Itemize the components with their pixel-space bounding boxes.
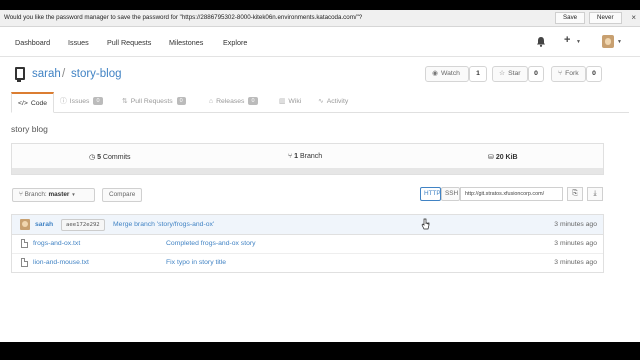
download-icon[interactable]: ⤓ xyxy=(587,187,603,201)
star-icon: ☆ xyxy=(499,70,506,77)
avatar[interactable] xyxy=(602,35,614,48)
nav-explore[interactable]: Explore xyxy=(223,38,247,47)
repo-stats: ◷ 5 Commits ⑂ 1 Branch ⛁ 20 KiB xyxy=(11,143,604,175)
book-icon: ▥ xyxy=(279,98,286,105)
pull-requests-count-badge: 0 xyxy=(176,97,186,105)
commit-author-link[interactable]: sarah xyxy=(35,221,53,228)
tab-issues[interactable]: ⓘ Issues 0 xyxy=(60,92,103,113)
table-row: frogs-and-ox.txt Completed frogs-and-ox … xyxy=(12,235,603,254)
commit-sha-link[interactable]: aee172e292 xyxy=(61,219,105,231)
never-save-button[interactable]: Never xyxy=(589,12,622,24)
branch-icon: ⑂ xyxy=(288,153,293,160)
commit-message-link[interactable]: Merge branch 'story/frogs-and-ox' xyxy=(113,221,214,228)
file-commit-time: 3 minutes ago xyxy=(554,259,597,266)
pulse-icon: ∿ xyxy=(318,98,324,105)
table-row: lion-and-mouse.txt Fix typo in story tit… xyxy=(12,254,603,273)
branch-icon: ⑂ xyxy=(19,191,23,198)
file-name-link[interactable]: lion-and-mouse.txt xyxy=(33,259,89,266)
repo-tabs: </> Code ⓘ Issues 0 ⇅ Pull Requests 0 ⌂ Releas… xyxy=(11,92,629,113)
database-icon: ⛁ xyxy=(488,154,494,161)
file-icon xyxy=(21,258,28,267)
mouse-cursor xyxy=(421,218,430,230)
avatar xyxy=(20,219,30,230)
history-icon: ◷ xyxy=(89,154,96,161)
chevron-down-icon[interactable]: ▼ xyxy=(617,39,622,45)
copy-icon[interactable]: ⎘ xyxy=(567,187,583,201)
browser-page: Would you like the password manager to s… xyxy=(0,10,640,342)
file-table: sarah aee172e292 Merge branch 'story/fro… xyxy=(11,214,604,273)
size-stat: ⛁ 20 KiB xyxy=(488,154,518,161)
password-save-message: Would you like the password manager to s… xyxy=(4,14,363,21)
star-count[interactable]: 0 xyxy=(528,66,544,82)
pull-request-icon: ⇅ xyxy=(122,98,128,105)
code-icon: </> xyxy=(18,100,28,107)
compare-button[interactable]: Compare xyxy=(102,188,143,202)
nav-milestones[interactable]: Milestones xyxy=(169,38,203,47)
http-toggle[interactable]: HTTP xyxy=(420,187,441,201)
issue-icon: ⓘ xyxy=(60,98,67,105)
commits-stat[interactable]: ◷ 5 Commits xyxy=(89,153,131,161)
repo-description: story blog xyxy=(11,124,48,134)
fork-count[interactable]: 0 xyxy=(586,66,602,82)
releases-count-badge: 0 xyxy=(248,97,258,105)
watch-button[interactable]: ◉ Watch xyxy=(425,66,469,82)
tab-releases[interactable]: ⌂ Releases 0 xyxy=(209,92,258,113)
tag-icon: ⌂ xyxy=(209,98,214,105)
nav-pull-requests[interactable]: Pull Requests xyxy=(107,38,151,47)
tab-pull-requests[interactable]: ⇅ Pull Requests 0 xyxy=(122,92,186,113)
eye-icon: ◉ xyxy=(432,70,438,77)
file-commit-message-link[interactable]: Fix typo in story title xyxy=(166,259,226,266)
chevron-down-icon: ▼ xyxy=(71,192,76,197)
close-icon[interactable]: × xyxy=(631,13,636,23)
password-save-bar: Would you like the password manager to s… xyxy=(0,10,640,27)
nav-dashboard[interactable]: Dashboard xyxy=(15,38,50,47)
nav-issues[interactable]: Issues xyxy=(68,38,89,47)
branch-selector[interactable]: ⑂ Branch: master ▼ xyxy=(12,188,95,202)
file-name-link[interactable]: frogs-and-ox.txt xyxy=(33,240,80,247)
top-navigation: Dashboard Issues Pull Requests Milestone… xyxy=(0,27,640,57)
chevron-down-icon[interactable]: ▼ xyxy=(576,39,581,45)
fork-button[interactable]: ⑂ Fork xyxy=(551,66,586,82)
branches-stat[interactable]: ⑂ 1 Branch xyxy=(288,153,322,160)
ssh-toggle[interactable]: SSH xyxy=(441,187,460,201)
repo-name-link[interactable]: story-blog xyxy=(71,68,122,80)
watch-count[interactable]: 1 xyxy=(469,66,487,82)
file-commit-time: 3 minutes ago xyxy=(554,240,597,247)
save-password-button[interactable]: Save xyxy=(555,12,586,24)
issues-count-badge: 0 xyxy=(93,97,103,105)
repo-owner-link[interactable]: sarah xyxy=(32,68,61,80)
star-button[interactable]: ☆ Star xyxy=(492,66,528,82)
repo-separator: / xyxy=(62,68,66,80)
plus-icon[interactable]: + xyxy=(564,34,570,46)
bell-icon[interactable] xyxy=(536,36,546,47)
fork-icon: ⑂ xyxy=(558,70,563,77)
latest-commit-row: sarah aee172e292 Merge branch 'story/fro… xyxy=(12,215,603,235)
tab-activity[interactable]: ∿ Activity xyxy=(318,92,348,113)
language-bar xyxy=(12,168,603,174)
clone-url-input[interactable]: http://git.stratos.xfusioncorp.com/ xyxy=(460,187,563,201)
file-commit-message-link[interactable]: Completed frogs-and-ox story xyxy=(166,240,256,247)
repo-icon xyxy=(15,67,25,82)
tab-code[interactable]: </> Code xyxy=(11,92,55,113)
tab-wiki[interactable]: ▥ Wiki xyxy=(279,92,301,113)
file-icon xyxy=(21,239,28,248)
commit-time: 3 minutes ago xyxy=(554,221,597,228)
